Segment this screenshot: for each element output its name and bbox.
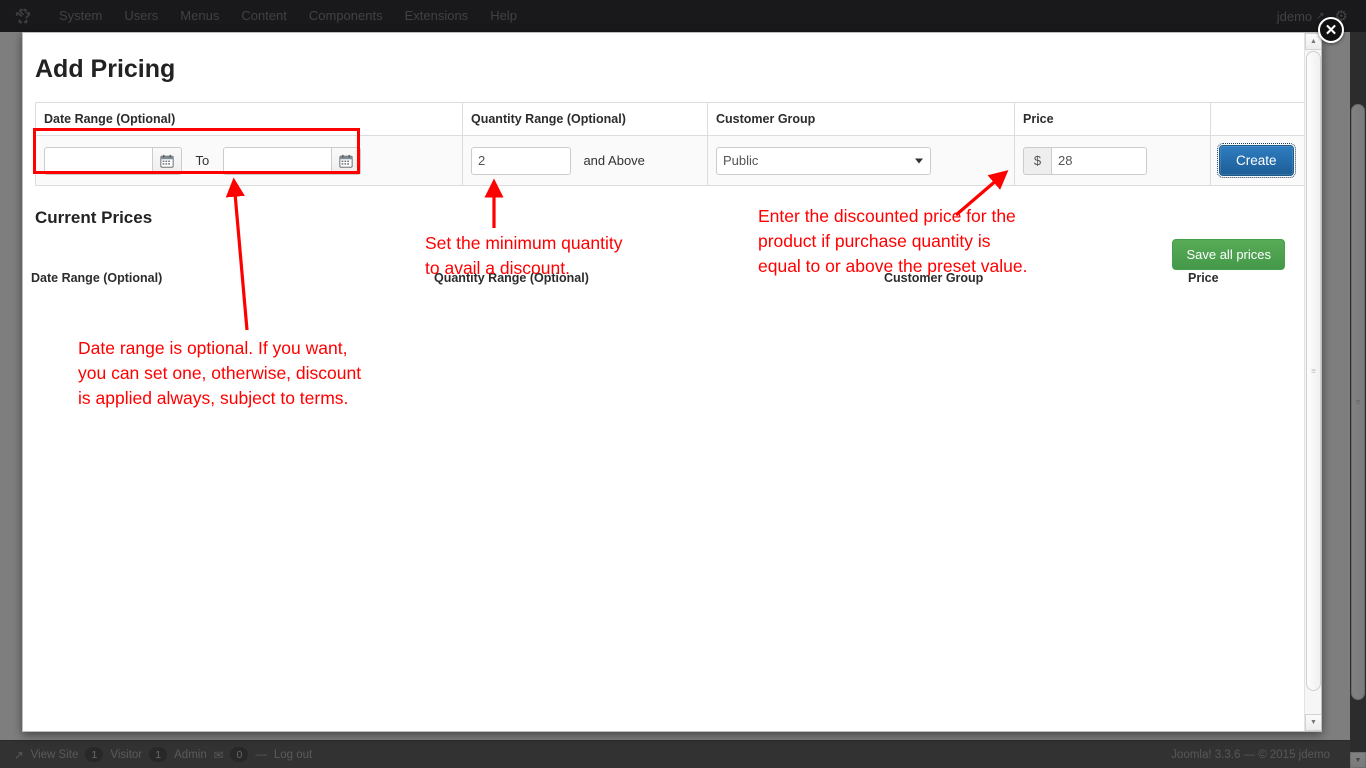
close-icon[interactable]: ✕	[1318, 17, 1344, 43]
quantity-input[interactable]	[471, 147, 571, 175]
cell-price: $	[1015, 136, 1211, 186]
price-input-group: $	[1023, 147, 1147, 175]
header-price: Price	[1015, 103, 1211, 136]
header-customer-group: Customer Group	[708, 103, 1015, 136]
cell-actions: Create	[1211, 136, 1315, 186]
current-header-date-range: Date Range (Optional)	[31, 271, 162, 285]
date-range-highlight-box	[33, 128, 360, 174]
modal-scrollbar-thumb[interactable]: ≡	[1306, 51, 1321, 691]
and-above-label: and Above	[583, 153, 644, 168]
current-header-price: Price	[1188, 271, 1219, 285]
scrollbar-grip-icon: ≡	[1311, 367, 1316, 376]
page-title: Add Pricing	[35, 55, 1291, 84]
date-range-note: Date range is optional. If you want, you…	[78, 336, 498, 411]
quantity-note: Set the minimum quantity to avail a disc…	[425, 231, 725, 281]
price-note: Enter the discounted price for the produ…	[758, 204, 1158, 279]
header-actions	[1211, 103, 1315, 136]
save-all-prices-button[interactable]: Save all prices	[1172, 239, 1285, 270]
header-quantity-range: Quantity Range (Optional)	[463, 103, 708, 136]
customer-group-wrapper: Public	[716, 147, 931, 175]
modal-scroll-down-icon[interactable]: ▼	[1305, 714, 1322, 731]
create-button[interactable]: Create	[1219, 145, 1294, 176]
screen-root: System Users Menus Content Components Ex…	[0, 0, 1366, 768]
modal-scrollbar[interactable]: ▲ ≡ ▼	[1304, 33, 1321, 731]
cell-quantity-range: and Above	[463, 136, 708, 186]
cell-customer-group: Public	[708, 136, 1015, 186]
price-input[interactable]	[1051, 147, 1147, 175]
customer-group-select[interactable]: Public	[716, 147, 931, 175]
currency-symbol: $	[1023, 147, 1051, 175]
